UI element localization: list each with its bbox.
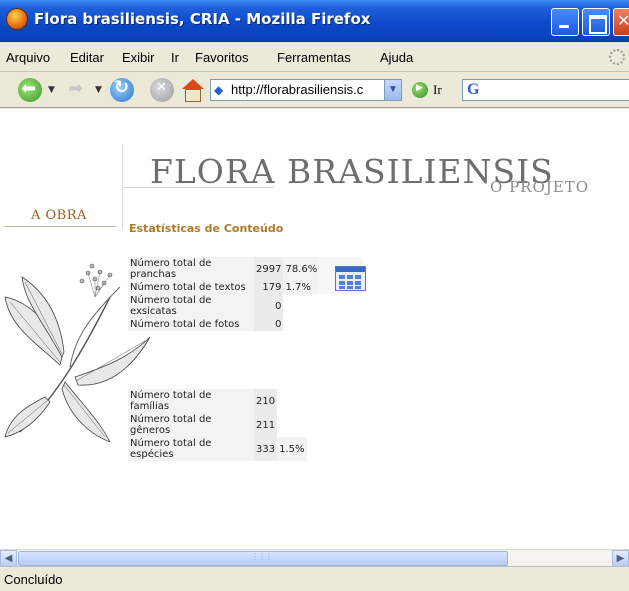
address-bar[interactable]: ◆ http://florabrasiliensis.c ▼: [210, 79, 402, 101]
section-title: Estatísticas de Conteúdo: [129, 222, 284, 235]
stat-label: Número total de gêneros: [128, 413, 254, 437]
status-text: Concluído: [4, 572, 63, 587]
status-bar: Concluído: [0, 566, 629, 591]
nav-underline: [4, 226, 116, 227]
throbber-icon: [609, 49, 625, 65]
stop-icon[interactable]: [150, 78, 174, 102]
forward-dropdown-icon[interactable]: ▼: [95, 85, 102, 95]
menu-exibir[interactable]: Exibir: [122, 50, 155, 65]
stat-value: 0: [254, 294, 284, 318]
menu-arquivo[interactable]: Arquivo: [6, 50, 50, 65]
stat-percent: 1.7%: [283, 281, 320, 294]
stat-label: Número total de textos: [128, 281, 254, 294]
site-favicon-icon: ◆: [214, 83, 224, 97]
navigation-toolbar: ▼ ▼ ◆ http://florabrasiliensis.c ▼ Ir G: [0, 72, 629, 108]
site-subbrand[interactable]: O PROJETO: [490, 178, 589, 196]
table-row: Número total de famílias 210: [128, 389, 307, 413]
stat-percent: [277, 413, 307, 437]
stats-table-taxonomy: Número total de famílias 210 Número tota…: [128, 389, 307, 461]
go-button-label[interactable]: Ir: [433, 82, 442, 98]
calendar-icon[interactable]: [335, 266, 366, 291]
nav-link-a-obra[interactable]: A OBRA: [31, 208, 87, 223]
stat-label: Número total de pranchas: [128, 257, 254, 281]
maximize-button[interactable]: [582, 8, 610, 36]
stat-value: 211: [254, 413, 278, 437]
table-row: Número total de pranchas 2997 78.6%: [128, 257, 364, 281]
stat-label: Número total de fotos: [128, 318, 254, 331]
google-icon[interactable]: G: [467, 81, 479, 99]
window-title: Flora brasiliensis, CRIA - Mozilla Firef…: [34, 10, 371, 28]
menu-ajuda[interactable]: Ajuda: [380, 50, 413, 65]
forward-icon[interactable]: [66, 78, 90, 102]
firefox-icon: [6, 8, 28, 30]
stats-table-content: Número total de pranchas 2997 78.6% Núme…: [128, 257, 364, 331]
title-bar: Flora brasiliensis, CRIA - Mozilla Firef…: [0, 0, 629, 42]
divider-vertical: [122, 144, 123, 229]
stat-percent: 1.5%: [277, 437, 307, 461]
menu-favoritos[interactable]: Favoritos: [195, 50, 248, 65]
scroll-right-icon[interactable]: ▶: [612, 550, 629, 567]
stat-value: 210: [254, 389, 278, 413]
stat-label: Número total de espécies: [128, 437, 254, 461]
back-dropdown-icon[interactable]: ▼: [48, 85, 55, 95]
home-icon[interactable]: [180, 78, 204, 102]
stat-percent: [283, 294, 320, 318]
horizontal-scrollbar[interactable]: ◀ ▶: [0, 549, 629, 567]
address-dropdown-icon[interactable]: ▼: [384, 80, 401, 100]
table-row: Número total de espécies 333 1.5%: [128, 437, 307, 461]
table-row: Número total de exsicatas 0: [128, 294, 363, 318]
address-text[interactable]: http://florabrasiliensis.c: [231, 82, 363, 97]
page-content: FLORA BRASILIENSIS O PROJETO A OBRA Esta…: [0, 109, 629, 549]
table-row: Número total de gêneros 211: [128, 413, 307, 437]
scroll-left-icon[interactable]: ◀: [0, 550, 17, 567]
menu-bar: Arquivo Editar Exibir Ir Favoritos Ferra…: [0, 42, 629, 72]
search-box[interactable]: G: [462, 79, 629, 101]
stat-label: Número total de exsicatas: [128, 294, 254, 318]
stat-value: 0: [254, 318, 284, 331]
close-button[interactable]: [613, 8, 629, 36]
scrollbar-thumb[interactable]: [18, 551, 508, 566]
stat-value: 333: [254, 437, 278, 461]
stat-percent: [277, 389, 307, 413]
back-icon[interactable]: [18, 78, 42, 102]
stat-value: 2997: [254, 257, 284, 281]
reload-icon[interactable]: [110, 77, 134, 102]
go-icon[interactable]: [412, 82, 428, 98]
menu-ir[interactable]: Ir: [171, 50, 179, 65]
stat-label: Número total de famílias: [128, 389, 254, 413]
menu-editar[interactable]: Editar: [70, 50, 104, 65]
stat-percent: [283, 318, 320, 331]
table-row: Número total de textos 179 1.7%: [128, 281, 364, 294]
menu-ferramentas[interactable]: Ferramentas: [277, 50, 351, 65]
stat-percent: 78.6%: [283, 257, 320, 281]
table-row: Número total de fotos 0: [128, 318, 363, 331]
stat-value: 179: [254, 281, 284, 294]
minimize-button[interactable]: [551, 8, 579, 36]
